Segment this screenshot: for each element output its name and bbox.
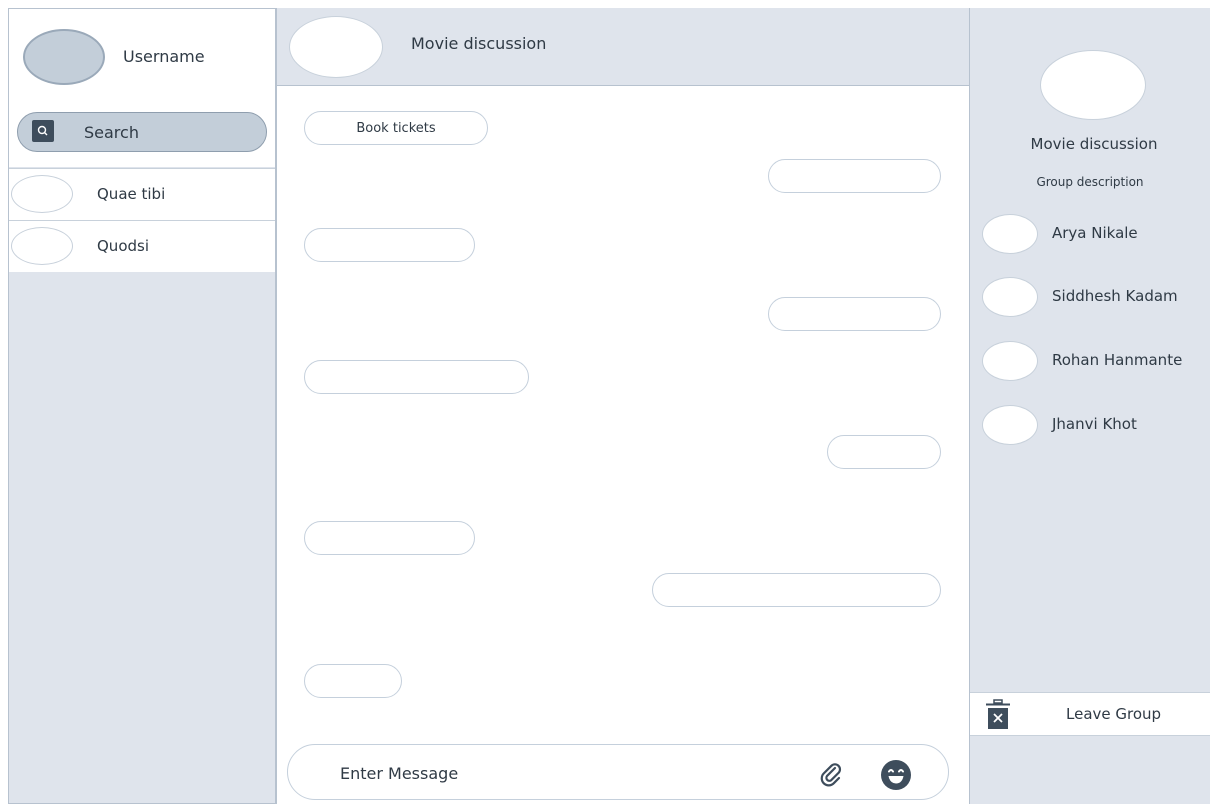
message-bubble[interactable] xyxy=(768,159,941,193)
message-bubble[interactable] xyxy=(827,435,941,469)
message-bubble[interactable] xyxy=(652,573,941,607)
message-bubble[interactable] xyxy=(768,297,941,331)
message-bubble[interactable] xyxy=(304,228,475,262)
member-item[interactable]: Jhanvi Khot xyxy=(980,405,1210,445)
group-description: Group description xyxy=(1036,175,1144,189)
member-item[interactable]: Rohan Hanmante xyxy=(980,341,1210,381)
group-info-panel: Movie discussion Group description Arya … xyxy=(970,8,1210,804)
chat-header: Movie discussion xyxy=(277,8,969,86)
member-avatar xyxy=(982,277,1038,317)
message-bubble[interactable] xyxy=(304,360,529,394)
member-name: Arya Nikale xyxy=(1052,224,1138,242)
user-header: Username Search xyxy=(9,9,275,167)
chat-panel: Movie discussion Book tickets xyxy=(276,8,970,804)
user-avatar[interactable] xyxy=(23,29,105,85)
message-composer[interactable] xyxy=(287,744,949,800)
message-bubble[interactable] xyxy=(304,664,402,698)
contact-avatar xyxy=(11,227,73,265)
conversation-sidebar: Username Search Quae tibi Quodsi xyxy=(8,8,276,804)
member-name: Siddhesh Kadam xyxy=(1052,287,1178,305)
username-label: Username xyxy=(123,47,205,66)
member-avatar xyxy=(982,341,1038,381)
member-name: Rohan Hanmante xyxy=(1052,351,1183,369)
chat-title: Movie discussion xyxy=(411,34,547,53)
member-avatar xyxy=(982,214,1038,254)
paperclip-icon[interactable] xyxy=(818,761,844,787)
contact-name: Quae tibi xyxy=(97,185,166,203)
chat-avatar[interactable] xyxy=(289,16,383,78)
member-item[interactable]: Arya Nikale xyxy=(980,214,1210,254)
member-name: Jhanvi Khot xyxy=(1052,415,1137,433)
contact-item[interactable]: Quae tibi xyxy=(9,168,275,220)
search-box[interactable]: Search xyxy=(17,112,267,152)
contact-item[interactable]: Quodsi xyxy=(9,220,275,272)
message-input[interactable] xyxy=(338,759,762,787)
search-label: Search xyxy=(84,123,139,142)
contact-avatar xyxy=(11,175,73,213)
member-item[interactable]: Siddhesh Kadam xyxy=(980,277,1210,317)
message-bubble[interactable]: Book tickets xyxy=(304,111,488,145)
search-icon[interactable] xyxy=(32,120,54,142)
message-bubble[interactable] xyxy=(304,521,475,555)
trash-icon[interactable] xyxy=(984,699,1016,731)
contact-name: Quodsi xyxy=(97,237,149,255)
group-avatar[interactable] xyxy=(1040,50,1146,120)
leave-group-button[interactable]: Leave Group xyxy=(970,692,1210,736)
smiley-icon[interactable] xyxy=(880,759,912,791)
member-avatar xyxy=(982,405,1038,445)
leave-group-label: Leave Group xyxy=(1066,705,1162,723)
group-title: Movie discussion xyxy=(1030,135,1158,153)
